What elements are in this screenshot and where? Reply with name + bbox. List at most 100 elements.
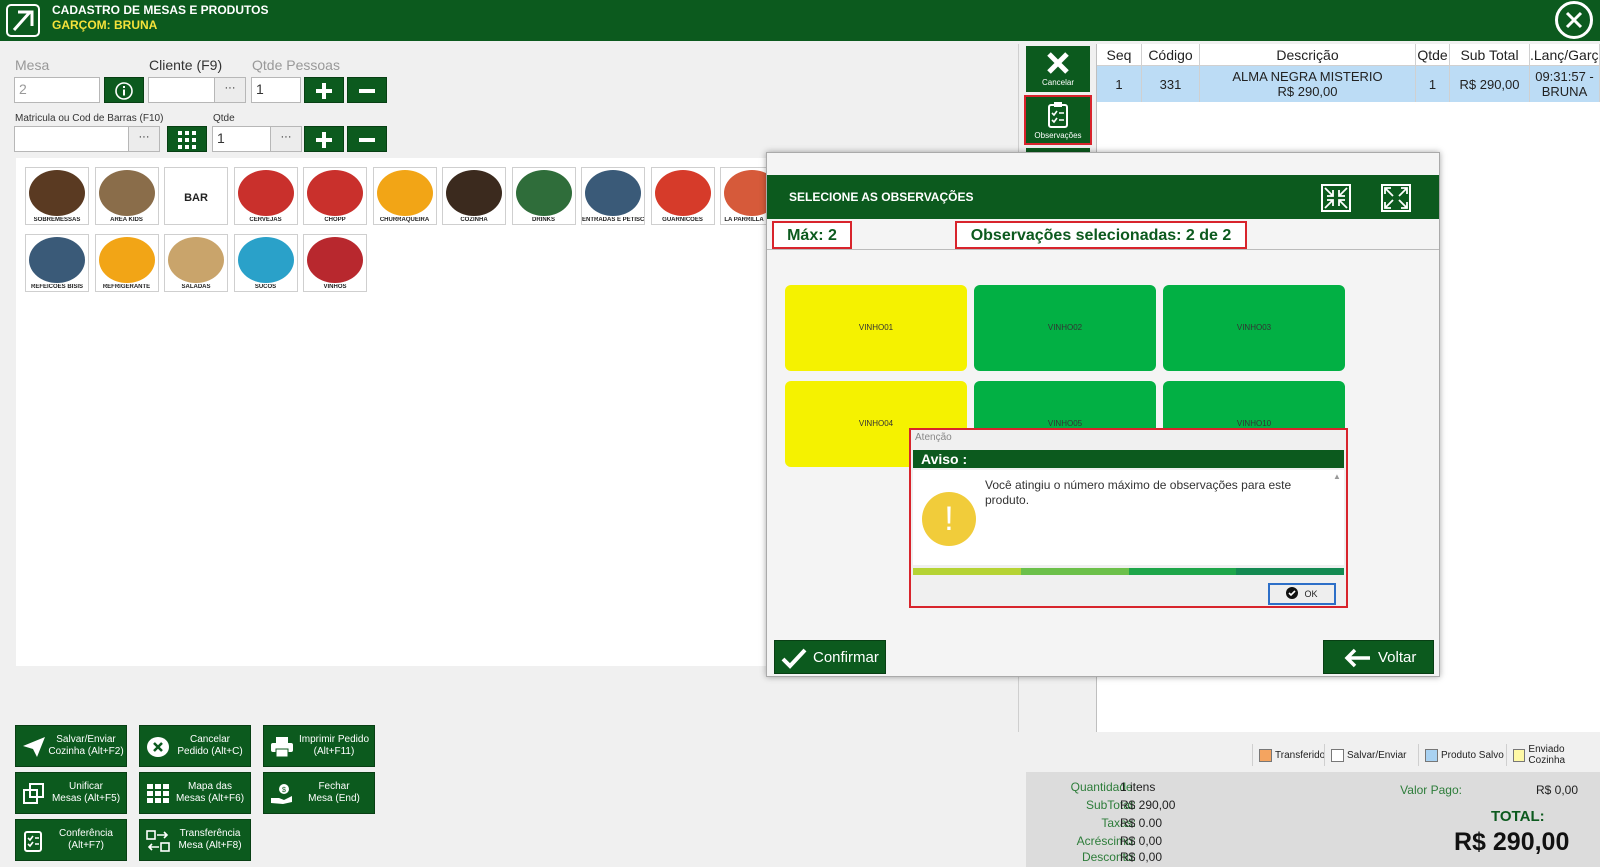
dialog-title: SELECIONE AS OBSERVAÇÕES	[789, 190, 974, 204]
category-label: COZINHA	[460, 217, 488, 223]
category-label: VINHOS	[323, 284, 347, 290]
category-image	[376, 170, 433, 216]
category-image	[654, 170, 711, 216]
tables-map-button[interactable]: Mapa das Mesas (Alt+F6)	[139, 772, 251, 814]
legend-sent-kitchen: Enviado Cozinha	[1506, 744, 1600, 766]
paper-plane-icon	[23, 737, 45, 757]
dialog-header: SELECIONE AS OBSERVAÇÕES	[767, 175, 1439, 219]
legend-swatch	[1331, 748, 1344, 762]
confirm-button[interactable]: Confirmar	[774, 640, 886, 674]
max-indicator: Máx: 2	[772, 221, 852, 249]
close-table-button[interactable]: $ Fechar Mesa (End)	[263, 772, 375, 814]
category-image	[585, 170, 641, 216]
expand-icon	[1384, 187, 1408, 209]
divider	[767, 249, 1439, 250]
category-drinks[interactable]: DRINKS	[511, 167, 576, 225]
svg-text:$: $	[282, 787, 286, 794]
cell-time-waiter: 09:31:57 - BRUNA	[1530, 66, 1600, 102]
category-image	[29, 237, 85, 283]
info-icon	[115, 82, 133, 100]
paid-value: R$ 0,00	[1536, 783, 1579, 797]
matricula-search-button[interactable]: ···	[128, 126, 160, 152]
cell-subtotal: R$ 290,00	[1450, 66, 1530, 102]
observation-tile-vinho01[interactable]: VINHO01	[785, 285, 967, 371]
transfer-table-button[interactable]: Transferência Mesa (Alt+F8)	[139, 819, 251, 861]
ok-button[interactable]: OK	[1268, 583, 1336, 605]
qtde-plus-button[interactable]	[304, 126, 344, 152]
category-sobremessas[interactable]: SOBREMESSAS	[25, 167, 89, 225]
category-label: ENTRADAS E PETISCOS	[582, 217, 644, 223]
matricula-input[interactable]	[14, 126, 130, 152]
category-cervejas[interactable]: CERVEJAS	[233, 167, 298, 225]
category-image	[724, 170, 767, 216]
total-label: TOTAL:	[1491, 808, 1545, 825]
observation-tile-vinho03[interactable]: VINHO03	[1163, 285, 1345, 371]
legend-saved-product: Produto Salvo	[1418, 744, 1504, 766]
pessoas-plus-button[interactable]	[304, 77, 344, 103]
category-entradas-e-petiscos[interactable]: ENTRADAS E PETISCOS	[581, 167, 645, 225]
print-order-button[interactable]: Imprimir Pedido (Alt+F11)	[263, 725, 375, 767]
checklist-button[interactable]: Conferência (Alt+F7)	[15, 819, 127, 861]
keypad-button[interactable]	[167, 126, 207, 152]
category-refeicoes-bisis[interactable]: REFEICOES BISIS	[25, 234, 89, 292]
col-qty: Qtde	[1416, 44, 1450, 66]
merge-tables-button[interactable]: Unificar Mesas (Alt+F5)	[15, 772, 127, 814]
plus-icon	[316, 83, 332, 99]
alert-heading: Aviso :	[913, 450, 1344, 468]
category-area-kids[interactable]: AREA KIDS	[94, 167, 159, 225]
discount-value: R$ 0,00	[1120, 850, 1163, 864]
category-chopp[interactable]: CHOPP	[303, 167, 367, 225]
category-image	[237, 237, 294, 283]
category-refrigerante[interactable]: REFRIGERANTE	[94, 234, 159, 292]
grid-icon	[147, 784, 169, 803]
observations-button[interactable]: Observações	[1024, 95, 1092, 145]
qtde-minus-button[interactable]	[347, 126, 387, 152]
category-churraqueira[interactable]: CHURRAQUEIRA	[372, 167, 437, 225]
app-title: CADASTRO DE MESAS E PRODUTOS	[52, 3, 269, 17]
arrow-left-icon	[1344, 648, 1370, 668]
cliente-input[interactable]	[148, 77, 216, 103]
merge-icon	[23, 783, 44, 804]
category-cozinha[interactable]: COZINHA	[442, 167, 506, 225]
legend-swatch	[1259, 748, 1272, 762]
printer-icon	[271, 737, 293, 758]
grid-icon	[178, 131, 196, 149]
category-sucos[interactable]: SUCOS	[233, 234, 298, 292]
qtde-input[interactable]: 1	[212, 126, 272, 152]
mesa-info-button[interactable]	[104, 77, 144, 103]
category-bar[interactable]: BAR	[164, 167, 228, 225]
cliente-label: Cliente (F9)	[149, 57, 223, 73]
back-button[interactable]: Voltar	[1323, 640, 1434, 674]
minimize-dialog-button[interactable]	[1321, 184, 1351, 212]
category-vinhos[interactable]: VINHOS	[303, 234, 367, 292]
selected-count: Observações selecionadas: 2 de 2	[955, 221, 1247, 249]
category-label: AREA KIDS	[110, 217, 143, 223]
close-icon	[1565, 11, 1583, 29]
save-send-kitchen-button[interactable]: Salvar/Enviar Cozinha (Alt+F2)	[15, 725, 127, 767]
cell-seq: 1	[1097, 66, 1142, 102]
qtde-search-button[interactable]: ···	[270, 126, 302, 152]
pessoas-minus-button[interactable]	[347, 77, 387, 103]
category-image	[307, 170, 363, 216]
mesa-input[interactable]: 2	[14, 77, 100, 103]
category-saladas[interactable]: SALADAS	[164, 234, 228, 292]
pessoas-input[interactable]: 1	[251, 77, 301, 103]
legend-swatch	[1425, 748, 1438, 762]
cell-description: ALMA NEGRA MISTERIO R$ 290,00	[1200, 66, 1416, 102]
qtde-label: Qtde	[213, 113, 235, 124]
maximize-dialog-button[interactable]	[1381, 184, 1411, 212]
category-la-parrilla[interactable]: LA PARRILLA	[720, 167, 768, 225]
close-app-button[interactable]	[1555, 1, 1593, 39]
cancel-item-button[interactable]: Cancelar	[1026, 46, 1090, 92]
col-time-waiter: .Lanç/Garçom	[1530, 44, 1600, 66]
check-circle-icon	[1286, 587, 1299, 599]
checkmark-icon	[781, 648, 807, 669]
cell-code: 331	[1142, 66, 1200, 102]
alert-scrollbar[interactable]: ▲	[1332, 472, 1342, 562]
pessoas-label: Qtde Pessoas	[252, 57, 340, 73]
observation-tile-vinho02[interactable]: VINHO02	[974, 285, 1156, 371]
cancel-order-button[interactable]: Cancelar Pedido (Alt+C)	[139, 725, 251, 767]
category-image	[98, 170, 155, 216]
cliente-search-button[interactable]: ···	[214, 77, 246, 103]
category-guarnicoes[interactable]: GUARNICOES	[650, 167, 715, 225]
